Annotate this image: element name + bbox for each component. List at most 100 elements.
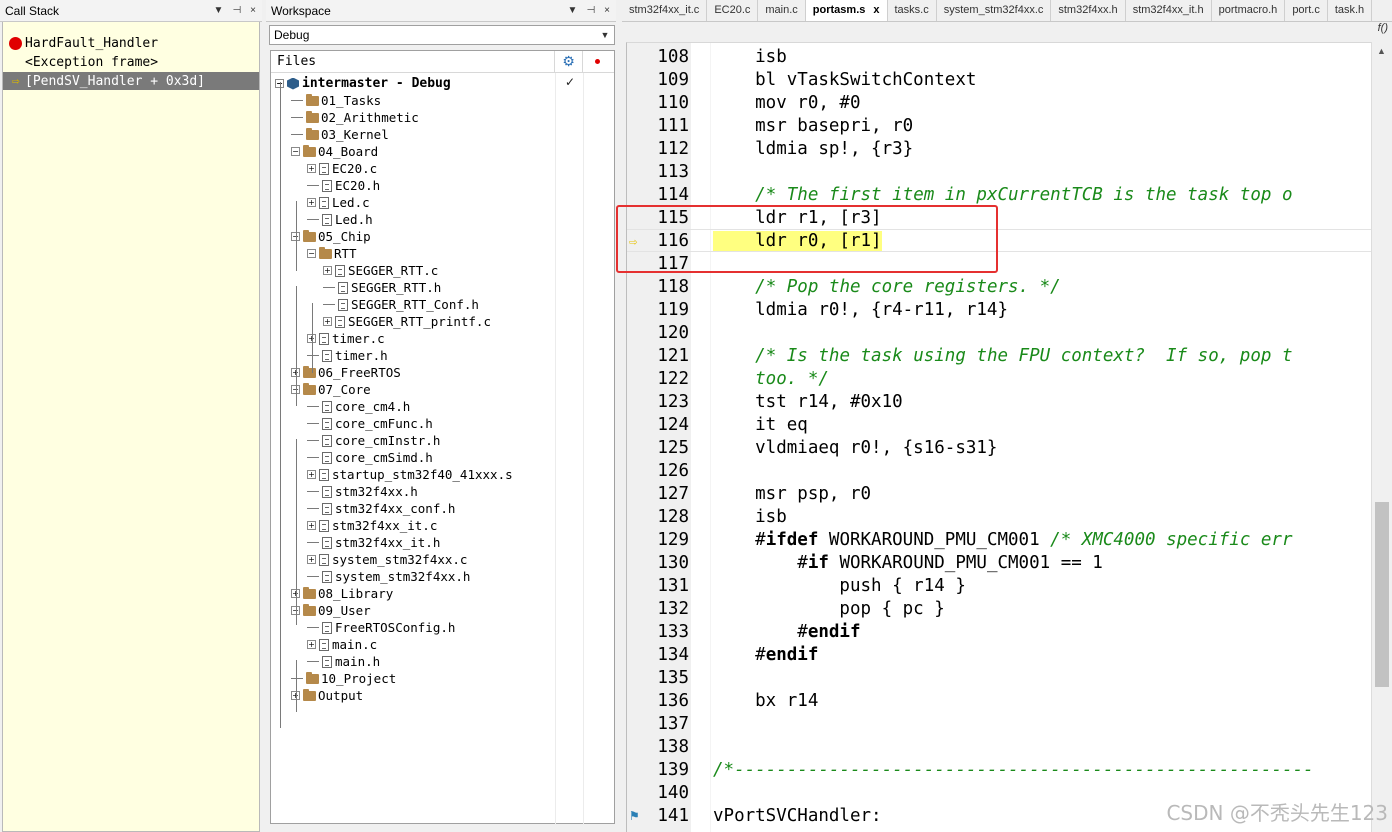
panel-pin-icon[interactable]: ⊣ [232,5,241,16]
tree-file[interactable]: stm32f4xx_it.h [307,534,440,551]
expand-icon[interactable]: + [307,164,316,173]
tree-file[interactable]: core_cm4.h [307,398,410,415]
panel-close-icon[interactable]: × [604,5,610,16]
expand-icon[interactable]: + [307,555,316,564]
code-line[interactable]: 134 #endif [627,643,1371,666]
tree-project[interactable]: −intermaster - Debug [275,75,451,92]
code-line[interactable]: 118 /* Pop the core registers. */ [627,275,1371,298]
tree-folder[interactable]: −09_User [291,602,371,619]
gear-icon[interactable]: ⚙ [555,51,583,72]
code-line[interactable]: 115 ldr r1, [r3] [627,206,1371,229]
code-line[interactable]: 128 isb [627,505,1371,528]
tree-file[interactable]: + main.c [307,636,377,653]
configuration-select[interactable]: Debug ▼ [269,25,615,45]
tree-file[interactable]: core_cmSimd.h [307,449,433,466]
code-line[interactable]: 125 vldmiaeq r0!, {s16-s31} [627,436,1371,459]
code-line[interactable]: 126 [627,459,1371,482]
editor-tab[interactable]: stm32f4xx_it.h [1126,0,1212,21]
expand-icon[interactable]: + [307,198,316,207]
code-line[interactable]: 112 ldmia sp!, {r3} [627,137,1371,160]
editor-tab[interactable]: tasks.c [888,0,937,21]
code-line[interactable]: 138 [627,735,1371,758]
editor-tab[interactable]: EC20.c [707,0,759,21]
code-line[interactable]: 132 pop { pc } [627,597,1371,620]
code-line[interactable]: 124 it eq [627,413,1371,436]
code-line[interactable]: ⇨ 116 ldr r0, [r1] [627,229,1371,252]
code-line[interactable]: 137 [627,712,1371,735]
editor-tab[interactable]: task.h [1328,0,1373,21]
tree-file[interactable]: stm32f4xx.h [307,483,418,500]
tree-folder[interactable]: −05_Chip [291,228,371,245]
code-line[interactable]: 131 push { r14 } [627,574,1371,597]
tree-file[interactable]: + EC20.c [307,160,377,177]
code-line[interactable]: 121 /* Is the task using the FPU context… [627,344,1371,367]
editor-tab[interactable]: main.c [758,0,806,21]
tree-folder[interactable]: +Output [291,687,363,704]
tree-file[interactable]: EC20.h [307,177,380,194]
scroll-up-icon[interactable]: ▲ [1377,46,1386,56]
close-icon[interactable]: x [873,4,879,16]
tree-folder[interactable]: −07_Core [291,381,371,398]
tree-folder[interactable]: − RTT [307,245,357,262]
code-line[interactable]: 110 mov r0, #0 [627,91,1371,114]
files-column-header[interactable]: Files [271,51,555,72]
editor-tab[interactable]: portasm.s x [805,0,888,21]
code-line[interactable]: 133 #endif [627,620,1371,643]
breakpoint-column-icon[interactable] [583,59,611,64]
tree-file[interactable]: system_stm32f4xx.h [307,568,470,585]
tree-file[interactable]: + Led.c [307,194,370,211]
tree-folder[interactable]: +08_Library [291,585,393,602]
code-line[interactable]: 127 msr psp, r0 [627,482,1371,505]
editor-tab[interactable]: stm32f4xx.h [1051,0,1126,21]
tree-file[interactable]: FreeRTOSConfig.h [307,619,455,636]
tree-file[interactable]: +timer.c [307,330,385,347]
tree-file[interactable]: + SEGGER_RTT.c [323,262,438,279]
expand-icon[interactable]: + [307,640,316,649]
tree-file[interactable]: stm32f4xx_conf.h [307,500,455,517]
tree-folder[interactable]: 10_Project [291,670,396,687]
tree-file[interactable]: SEGGER_RTT_Conf.h [323,296,479,313]
tree-file[interactable]: core_cmInstr.h [307,432,440,449]
panel-menu-icon[interactable]: ▼ [214,5,224,16]
tree-file[interactable]: + SEGGER_RTT_printf.c [323,313,491,330]
editor-vertical-scrollbar[interactable]: ▲ [1371,42,1392,832]
chevron-down-icon[interactable]: ▼ [596,30,614,40]
editor-tab[interactable]: portmacro.h [1212,0,1286,21]
tree-file[interactable]: + stm32f4xx_it.c [307,517,437,534]
expand-icon[interactable]: + [323,266,332,275]
tree-folder[interactable]: − 04_Board [291,143,378,160]
panel-close-icon[interactable]: × [250,5,256,16]
expand-icon[interactable]: + [307,470,316,479]
panel-pin-icon[interactable]: ⊣ [586,5,595,16]
collapse-icon[interactable]: − [307,249,316,258]
tree-folder[interactable]: 03_Kernel [291,126,389,143]
code-line[interactable]: 114 /* The first item in pxCurrentTCB is… [627,183,1371,206]
code-line[interactable]: 139 /*-----------------------------------… [627,758,1371,781]
panel-menu-icon[interactable]: ▼ [568,5,578,16]
code-line[interactable]: 136 bx r14 [627,689,1371,712]
code-line[interactable]: 119 ldmia r0!, {r4-r11, r14} [627,298,1371,321]
tree-file[interactable]: + system_stm32f4xx.c [307,551,467,568]
function-list-icon[interactable]: f() [1378,22,1388,34]
code-line[interactable]: 109 bl vTaskSwitchContext [627,68,1371,91]
editor-tab[interactable]: stm32f4xx_it.c [622,0,708,21]
scrollbar-thumb[interactable] [1375,502,1389,687]
expand-icon[interactable]: + [323,317,332,326]
tree-file[interactable]: core_cmFunc.h [307,415,433,432]
code-line[interactable]: 113 [627,160,1371,183]
code-line[interactable]: 123 tst r14, #0x10 [627,390,1371,413]
code-line[interactable]: 122 too. */ [627,367,1371,390]
code-line[interactable]: 117 [627,252,1371,275]
callstack-frame[interactable]: ⇨ [PendSV_Handler + 0x3d] [3,72,259,90]
code-editor[interactable]: 108 isb 109 bl vTaskSwitchContext 110 mov … [626,42,1371,832]
tree-file[interactable]: timer.h [307,347,388,364]
code-line[interactable]: 108 isb [627,45,1371,68]
tree-file[interactable]: + startup_stm32f40_41xxx.s [307,466,513,483]
collapse-icon[interactable]: − [291,147,300,156]
code-line[interactable]: 111 msr basepri, r0 [627,114,1371,137]
tree-folder[interactable]: 02_Arithmetic [291,109,419,126]
tree-file[interactable]: main.h [307,653,380,670]
editor-tab[interactable]: port.c [1285,0,1328,21]
callstack-frame[interactable]: HardFault_Handler [3,34,259,52]
editor-tab[interactable]: system_stm32f4xx.c [937,0,1052,21]
